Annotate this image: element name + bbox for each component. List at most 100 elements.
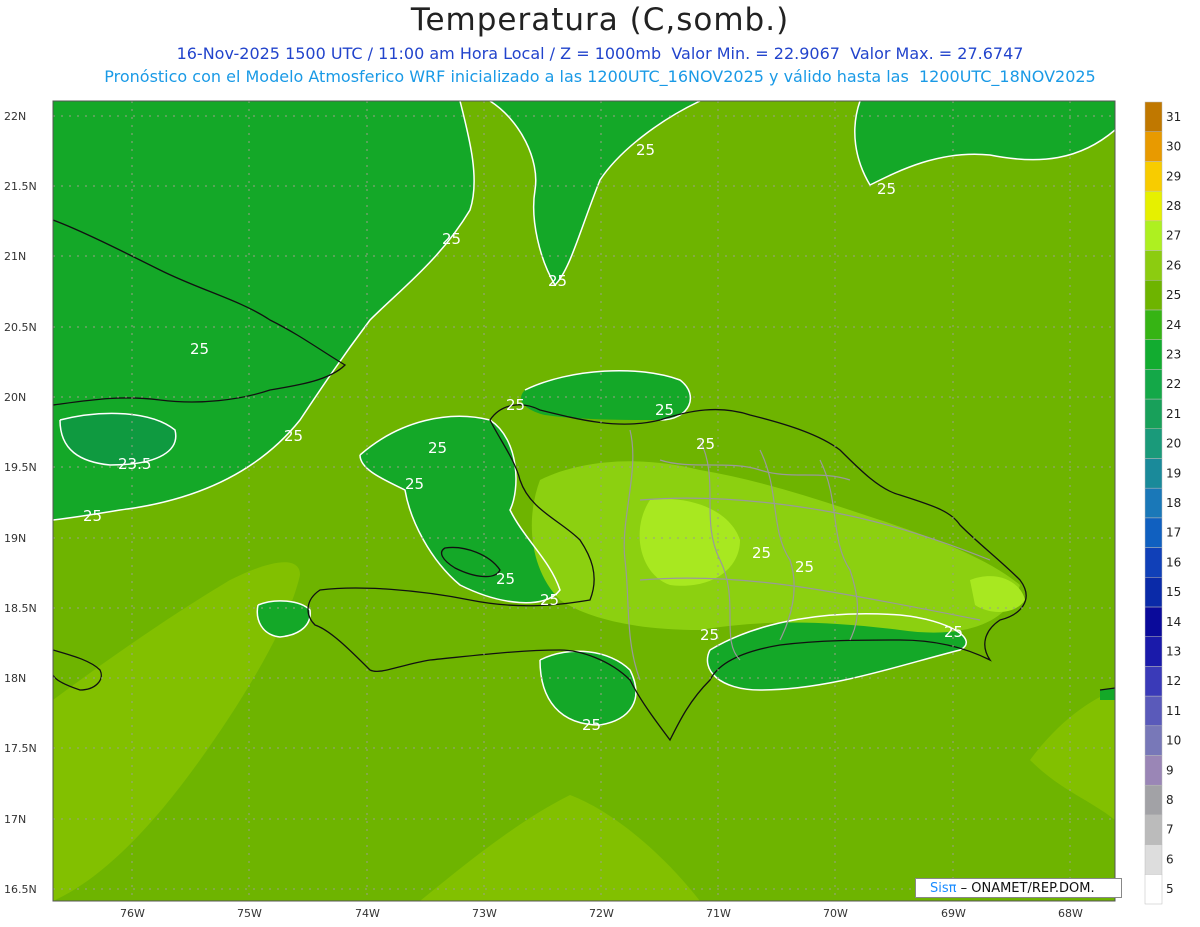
map-field: 25 25 25 25 25 25 25 25 25 25 25 25 25 2… <box>53 101 1115 901</box>
credit-text: – ONAMET/REP.DOM. <box>956 881 1095 896</box>
colorbar-label: 15 <box>1166 585 1181 599</box>
lat-tick-label: 19N <box>4 532 26 545</box>
sispi-logo-text: Sisπ <box>930 881 957 896</box>
colorbar-swatch <box>1144 428 1163 459</box>
colorbar-label: 11 <box>1166 704 1181 718</box>
colorbar-label: 29 <box>1166 169 1181 183</box>
colorbar-label: 18 <box>1166 496 1181 510</box>
colorbar-swatch <box>1144 309 1163 340</box>
lat-tick-label: 16.5N <box>4 883 37 896</box>
contour-label: 25 <box>582 716 601 734</box>
lon-tick-label: 72W <box>589 907 614 920</box>
lat-tick-label: 19.5N <box>4 461 37 474</box>
colorbar-label: 23 <box>1166 347 1181 361</box>
contour-label: 25 <box>700 626 719 644</box>
contour-label: 25 <box>190 340 209 358</box>
contour-label: 25 <box>83 507 102 525</box>
colorbar-label: 20 <box>1166 437 1181 451</box>
lat-tick-label: 21N <box>4 250 26 263</box>
colorbar-swatch <box>1144 844 1163 875</box>
colorbar-label: 27 <box>1166 229 1181 243</box>
contour-label: 25 <box>540 591 559 609</box>
colorbar-label: 24 <box>1166 318 1181 332</box>
lat-tick-label: 20N <box>4 391 26 404</box>
lon-tick-label: 68W <box>1058 907 1083 920</box>
colorbar-swatch <box>1144 695 1163 727</box>
contour-label: 25 <box>442 230 461 248</box>
colorbar-swatch <box>1144 666 1163 697</box>
longitude-axis: 76W 75W 74W 73W 72W 71W 70W 69W 68W <box>120 907 1083 920</box>
colorbar-label: 10 <box>1166 734 1181 748</box>
colorbar-swatch <box>1144 279 1163 311</box>
colorbar-swatch <box>1144 131 1163 162</box>
lon-tick-label: 73W <box>472 907 497 920</box>
lat-tick-label: 21.5N <box>4 180 37 193</box>
lat-tick-label: 18N <box>4 672 26 685</box>
lat-tick-label: 20.5N <box>4 321 37 334</box>
temperature-map: 25 25 25 25 25 25 25 25 25 25 25 25 25 2… <box>4 100 1181 920</box>
contour-label: 25 <box>795 558 814 576</box>
colorbar-swatch <box>1144 250 1163 281</box>
colorbar-label: 26 <box>1166 258 1181 272</box>
lon-tick-label: 71W <box>706 907 731 920</box>
colorbar-label: 31 <box>1166 110 1181 124</box>
lat-tick-label: 17N <box>4 813 26 826</box>
colorbar-swatch <box>1144 369 1163 400</box>
colorbar-label: 6 <box>1166 852 1174 866</box>
contour-label: 25 <box>428 439 447 457</box>
colorbar-swatch <box>1144 725 1163 756</box>
lat-tick-label: 17.5N <box>4 742 37 755</box>
contour-label: 25 <box>655 401 674 419</box>
colorbar-swatch <box>1144 755 1163 786</box>
colorbar-swatch <box>1144 606 1163 637</box>
contour-label: 25 <box>752 544 771 562</box>
colorbar-swatch <box>1144 784 1163 816</box>
colorbar-label: 5 <box>1166 882 1174 896</box>
colorbar-swatch <box>1144 339 1163 370</box>
lon-tick-label: 76W <box>120 907 145 920</box>
colorbar-swatch <box>1144 517 1163 548</box>
colorbar-label: 19 <box>1166 466 1181 480</box>
lat-tick-label: 22N <box>4 110 26 123</box>
contour-label: 25 <box>284 427 303 445</box>
colorbar-swatch <box>1144 190 1163 222</box>
colorbar-label: 22 <box>1166 377 1181 391</box>
colorbar-swatch <box>1144 398 1163 429</box>
colorbar-label: 21 <box>1166 407 1181 421</box>
contour-label: 25 <box>405 475 424 493</box>
colorbar-swatch <box>1144 636 1163 667</box>
colorbar-label: 30 <box>1166 140 1181 154</box>
lon-tick-label: 75W <box>237 907 262 920</box>
colorbar-swatch <box>1144 577 1163 608</box>
colorbar-label: 17 <box>1166 526 1181 540</box>
colorbar-label: 7 <box>1166 823 1174 837</box>
colorbar-swatch <box>1144 487 1163 519</box>
colorbar-label: 9 <box>1166 763 1174 777</box>
contour-label: 25 <box>548 272 567 290</box>
contour-label: 25 <box>506 396 525 414</box>
contour-label: 25 <box>877 180 896 198</box>
contour-label: 25 <box>696 435 715 453</box>
colorbar-label: 25 <box>1166 288 1181 302</box>
latitude-axis: 22N 21.5N 21N 20.5N 20N 19.5N 19N 18.5N … <box>4 110 37 896</box>
colorbar-swatch <box>1144 220 1163 251</box>
colorbar-label: 8 <box>1166 793 1174 807</box>
colorbar-label: 14 <box>1166 615 1181 629</box>
lat-tick-label: 18.5N <box>4 602 37 615</box>
colorbar-label: 13 <box>1166 645 1181 659</box>
colorbar-swatch <box>1144 547 1163 578</box>
credit-box: Sisπ – ONAMET/REP.DOM. <box>915 878 1122 898</box>
lon-tick-label: 70W <box>823 907 848 920</box>
contour-label: 23.5 <box>118 455 151 473</box>
colorbar-swatch <box>1144 101 1163 132</box>
colorbar-label: 12 <box>1166 674 1181 688</box>
colorbar-swatch <box>1144 814 1163 845</box>
colorbar-label: 28 <box>1166 199 1181 213</box>
contour-label: 25 <box>944 623 963 641</box>
lon-tick-label: 74W <box>355 907 380 920</box>
colorbar-label: 16 <box>1166 555 1181 569</box>
colorbar-swatch <box>1144 161 1163 192</box>
colorbar-swatch <box>1144 874 1163 905</box>
colorbar-swatch <box>1144 458 1163 489</box>
colorbar: 5 6 7 8 9 10 11 12 13 14 15 16 17 18 19 20 21 22 23 24 25 26 2… <box>1144 101 1181 905</box>
